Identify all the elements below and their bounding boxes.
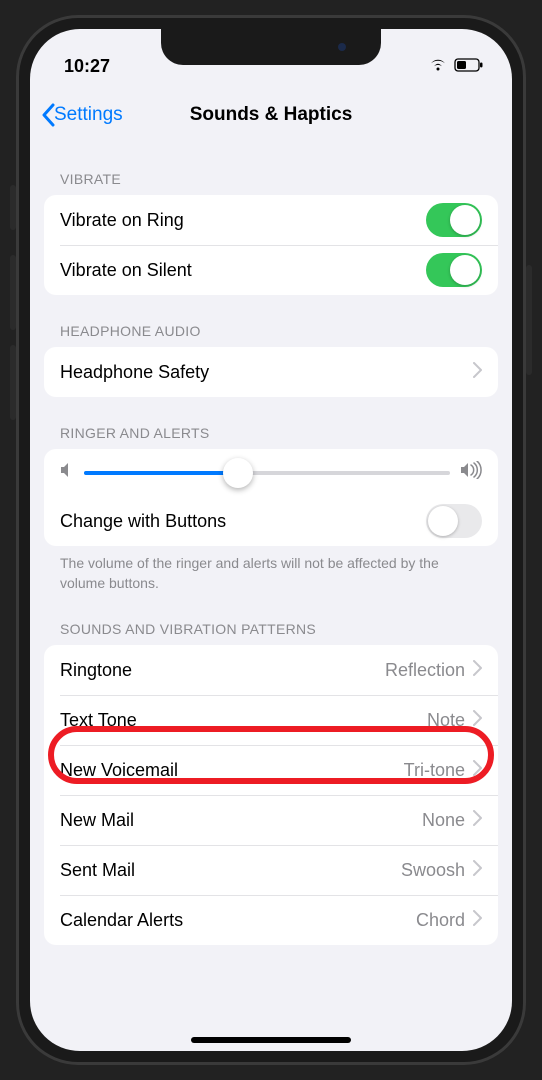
group-vibrate: Vibrate on Ring Vibrate on Silent [44,195,498,295]
row-volume-slider[interactable] [44,449,498,496]
section-footer-ringer: The volume of the ringer and alerts will… [44,546,498,593]
toggle-change-with-buttons[interactable] [426,504,482,538]
toggle-knob [450,205,480,235]
back-button[interactable]: Settings [40,103,123,127]
row-label: Change with Buttons [60,511,226,532]
row-label: Calendar Alerts [60,910,183,931]
group-patterns: Ringtone Reflection Text Tone Note New V… [44,645,498,945]
section-header-headphone: HEADPHONE AUDIO [44,295,498,347]
row-value: Tri-tone [404,760,465,781]
group-ringer: Change with Buttons [44,449,498,546]
row-label: Ringtone [60,660,132,681]
side-button-vol-down [10,345,16,420]
chevron-right-icon [473,362,482,383]
slider-thumb[interactable] [223,458,253,488]
side-button-power [526,265,532,375]
phone-frame: 10:27 Settings Sounds & Haptics VIBRATE [16,15,526,1065]
status-right [428,56,484,77]
row-headphone-safety[interactable]: Headphone Safety [44,347,498,397]
row-vibrate-on-ring[interactable]: Vibrate on Ring [44,195,498,245]
home-indicator[interactable] [191,1037,351,1043]
volume-slider[interactable] [84,471,450,475]
row-value: Chord [416,910,465,931]
row-sent-mail[interactable]: Sent Mail Swoosh [44,845,498,895]
row-new-voicemail[interactable]: New Voicemail Tri-tone [44,745,498,795]
row-text-tone[interactable]: Text Tone Note [44,695,498,745]
speaker-low-icon [60,462,74,483]
nav-bar: Settings Sounds & Haptics [30,87,512,143]
wifi-icon [428,56,448,77]
slider-fill [84,471,238,475]
side-button-mute [10,185,16,230]
row-ringtone[interactable]: Ringtone Reflection [44,645,498,695]
notch [161,29,381,65]
speaker-high-icon [460,461,482,484]
row-value: Note [427,710,465,731]
row-calendar-alerts[interactable]: Calendar Alerts Chord [44,895,498,945]
battery-icon [454,56,484,77]
toggle-vibrate-on-ring[interactable] [426,203,482,237]
row-value: Swoosh [401,860,465,881]
row-label: Sent Mail [60,860,135,881]
row-new-mail[interactable]: New Mail None [44,795,498,845]
chevron-right-icon [473,810,482,831]
row-label: Vibrate on Ring [60,210,184,231]
row-vibrate-on-silent[interactable]: Vibrate on Silent [44,245,498,295]
toggle-vibrate-on-silent[interactable] [426,253,482,287]
chevron-right-icon [473,660,482,681]
screen: 10:27 Settings Sounds & Haptics VIBRATE [30,29,512,1051]
row-label: Vibrate on Silent [60,260,192,281]
row-label: Headphone Safety [60,362,209,383]
chevron-right-icon [473,860,482,881]
content-area: VIBRATE Vibrate on Ring Vibrate on Silen… [30,143,512,1005]
group-headphone: Headphone Safety [44,347,498,397]
chevron-right-icon [473,910,482,931]
chevron-right-icon [473,710,482,731]
status-time: 10:27 [64,56,110,77]
chevron-right-icon [473,760,482,781]
toggle-knob [428,506,458,536]
back-label: Settings [54,104,123,126]
page-title: Sounds & Haptics [190,104,353,126]
row-value: Reflection [385,660,465,681]
section-header-ringer: RINGER AND ALERTS [44,397,498,449]
row-value: None [422,810,465,831]
side-button-vol-up [10,255,16,330]
front-camera-icon [338,43,346,51]
row-change-with-buttons[interactable]: Change with Buttons [44,496,498,546]
row-label: New Voicemail [60,760,178,781]
row-label: New Mail [60,810,134,831]
row-label: Text Tone [60,710,137,731]
section-header-patterns: SOUNDS AND VIBRATION PATTERNS [44,593,498,645]
toggle-knob [450,255,480,285]
section-header-vibrate: VIBRATE [44,143,498,195]
